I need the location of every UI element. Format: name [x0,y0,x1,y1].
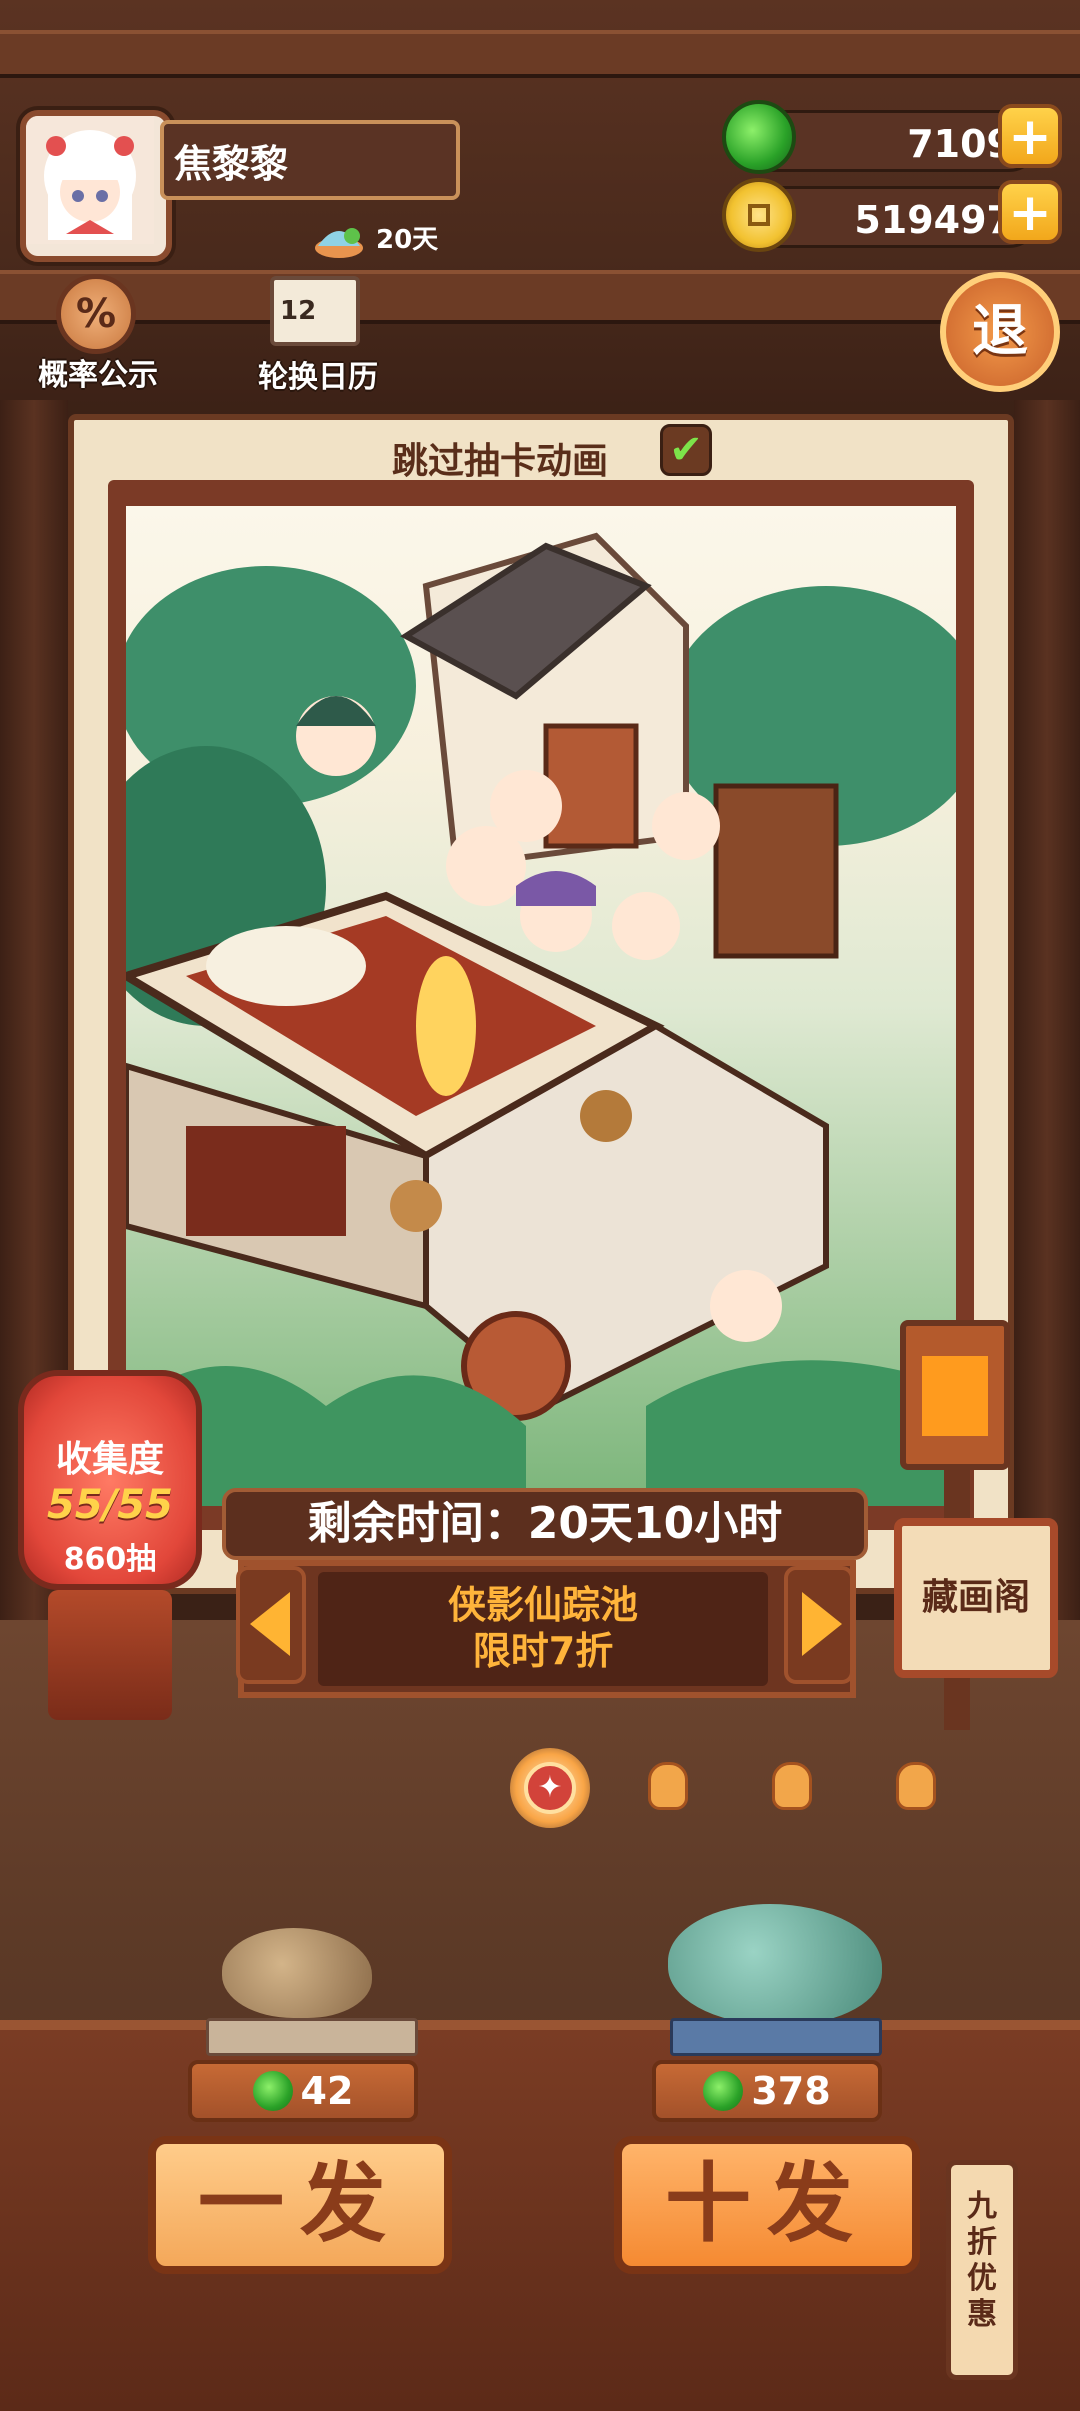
probability-label: 概率公示 [38,358,158,393]
percent-icon: % [56,274,136,354]
collection-progress-lantern[interactable]: 收集度 55/55 860抽 [18,1370,202,1590]
arrow-left-icon [250,1592,290,1656]
coin-icon [722,178,796,252]
page-indicator-2[interactable] [648,1762,688,1810]
kitchen-scene-illustration [126,532,956,1506]
single-pull-cost-value: 42 [300,2069,354,2113]
checkmark-icon: ✔ [669,427,703,473]
page-indicator-4[interactable] [896,1762,936,1810]
player-name: 焦黎黎 [160,120,460,200]
big-fish-icon [668,1904,882,2024]
right-pillar [1014,400,1080,1630]
fish-icon [222,1928,372,2018]
lintel-beam [0,270,1080,324]
collection-progress: 55/55 [47,1482,173,1528]
single-pull-button[interactable]: 一发 [148,2136,452,2274]
avatar-portrait-icon [26,116,154,244]
discount-tag: 九折优惠 [946,2160,1018,2380]
jade-icon [722,100,796,174]
page-indicator-3[interactable] [772,1762,812,1810]
jade-cost-icon-2 [703,2070,744,2111]
ten-pull-button[interactable]: 十发 [614,2136,920,2274]
jade-cost-icon [252,2070,293,2111]
book-stack-icon-2 [670,2018,882,2056]
rotation-calendar-button[interactable]: 12 轮换日历 [238,272,398,396]
roof-beam [0,30,1080,78]
rotation-calendar-label: 轮换日历 [258,360,378,395]
probability-button[interactable]: % 概率公示 [34,270,158,394]
skip-animation-checkbox[interactable]: ✔ [660,424,712,476]
ten-pull-cost: 378 [652,2060,882,2122]
next-pool-button[interactable] [784,1566,854,1684]
arrow-right-icon [802,1592,842,1656]
remaining-time: 剩余时间：20天10小时 [222,1488,868,1560]
collection-pulls: 860抽 [63,1542,157,1577]
single-pull-cost: 42 [188,2060,418,2122]
bun-steamer-icon [312,220,366,260]
days-count: 20天 [376,225,439,255]
book-stack-icon [206,2018,418,2056]
collection-title: 收集度 [55,1439,164,1480]
calendar-icon: 12 [270,276,360,346]
lantern-stand [48,1590,172,1720]
page-indicator-active[interactable]: ✦ [524,1762,576,1814]
exit-button[interactable]: 退 [940,272,1060,392]
gallery-button[interactable]: 藏画阁 [894,1518,1058,1678]
add-jade-button[interactable]: + [998,104,1062,168]
player-avatar[interactable] [20,110,172,262]
card-artwork [126,506,956,1506]
add-coins-button[interactable]: + [998,180,1062,244]
pool-offer: 限时7折 [472,1629,614,1673]
previous-pool-button[interactable] [236,1566,306,1684]
ten-pull-cost-value: 378 [751,2069,831,2113]
skip-animation-label: 跳过抽卡动画 [391,441,608,482]
gallery-lamp-light [922,1356,988,1436]
